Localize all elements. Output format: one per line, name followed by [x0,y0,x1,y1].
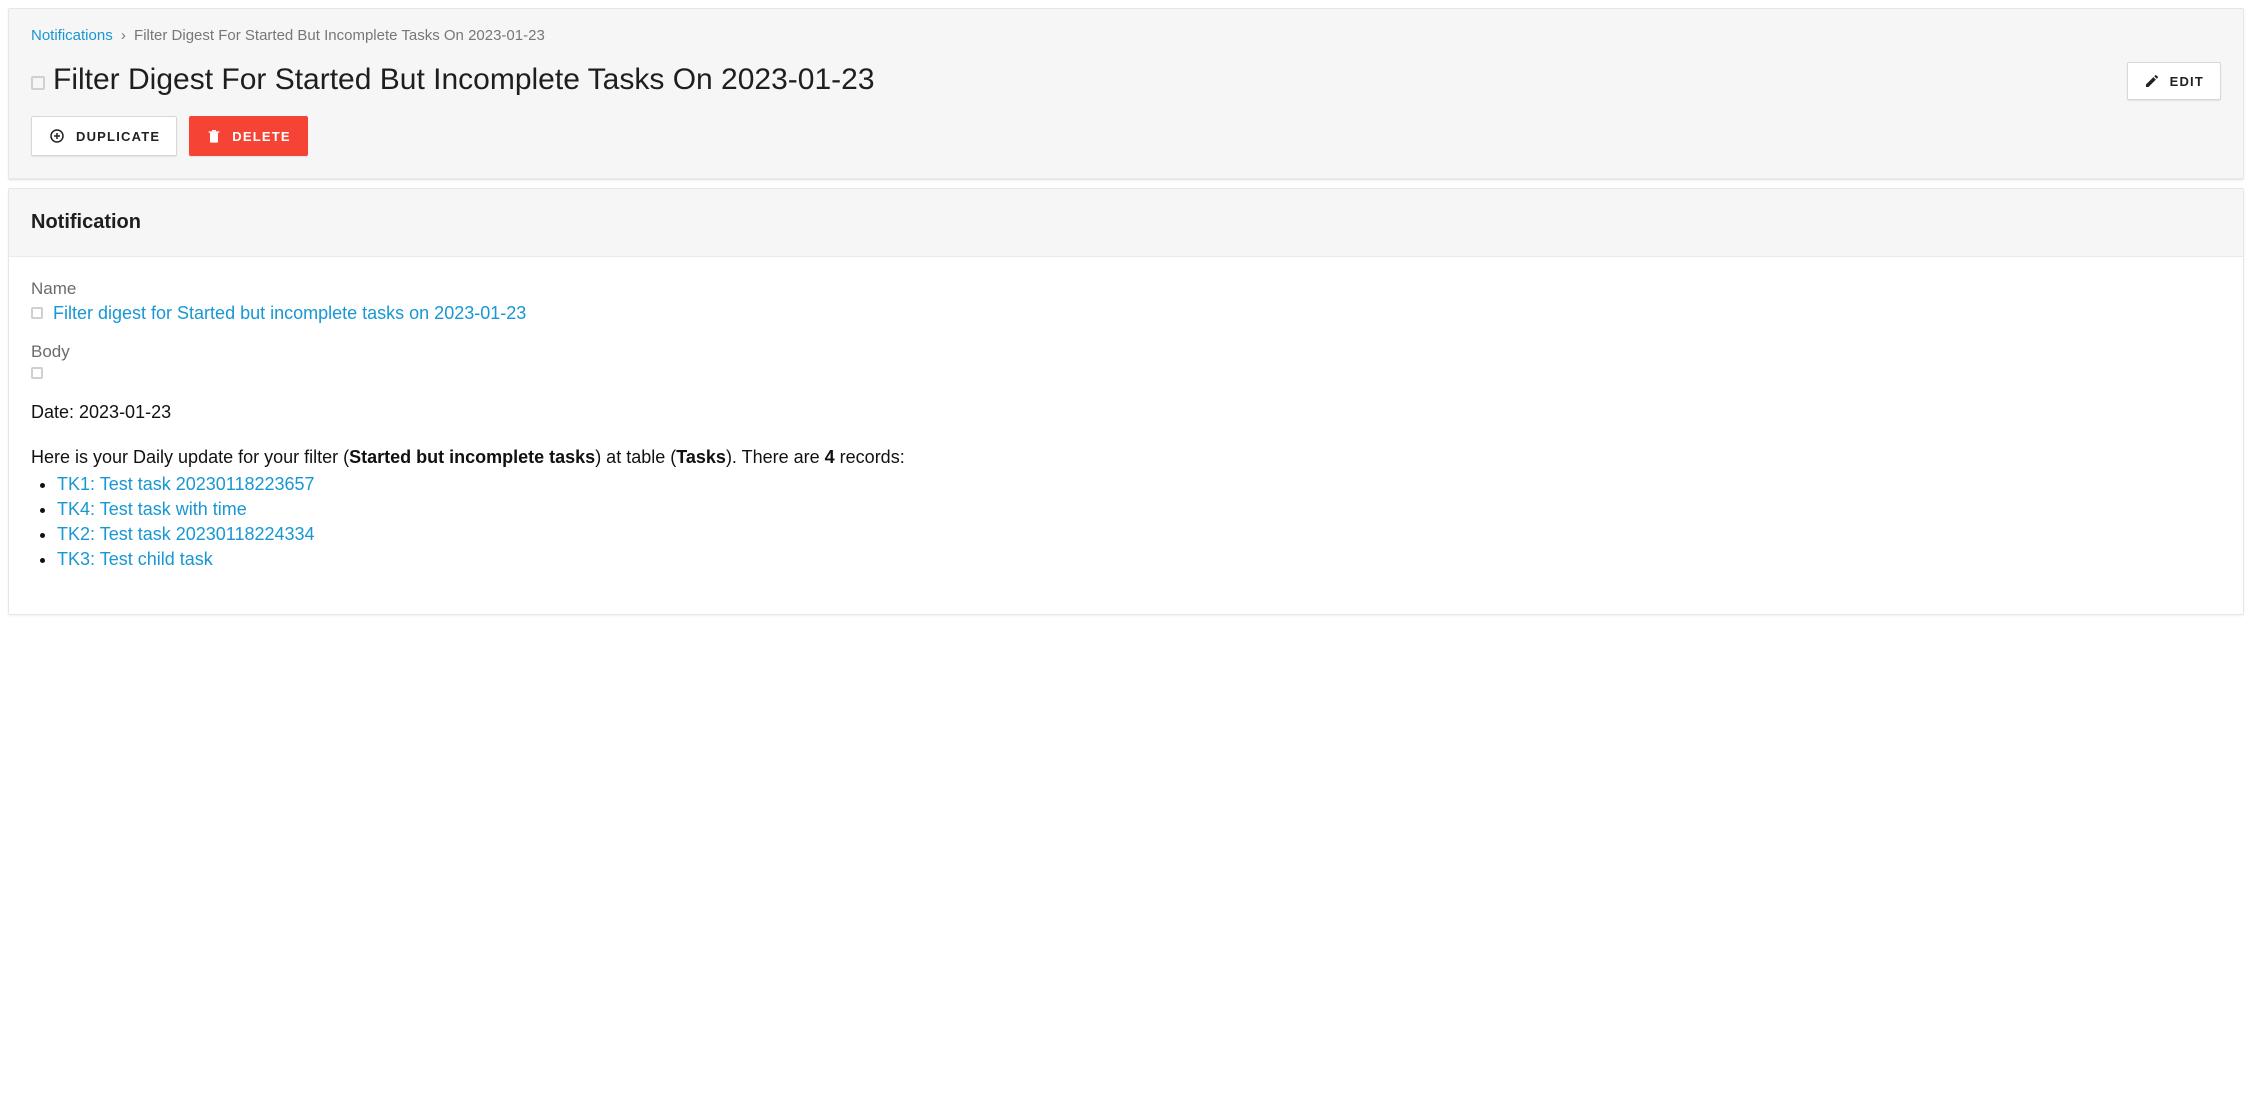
name-field-label: Name [31,279,2221,299]
body-table-name: Tasks [676,447,726,467]
name-value-link[interactable]: Filter digest for Started but incomplete… [53,303,526,323]
breadcrumb: Notifications › Filter Digest For Starte… [31,27,2221,44]
delete-button[interactable]: DELETE [189,116,307,156]
list-item: TK4: Test task with time [57,499,2221,520]
body-intro-suffix: records: [835,447,905,467]
body-record-list: TK1: Test task 20230118223657 TK4: Test … [31,474,2221,570]
body-field-label: Body [31,342,2221,362]
page-title: Filter Digest For Started But Incomplete… [53,62,875,98]
record-link[interactable]: TK3: Test child task [57,549,213,569]
body-filter-name: Started but incomplete tasks [349,447,595,467]
header-panel-body: Notifications › Filter Digest For Starte… [9,9,2243,179]
delete-button-label: DELETE [232,129,290,144]
body-record-count: 4 [825,447,835,467]
list-item: TK1: Test task 20230118223657 [57,474,2221,495]
header-panel: Notifications › Filter Digest For Starte… [8,8,2244,180]
name-placeholder-icon [31,307,43,319]
record-link[interactable]: TK4: Test task with time [57,499,247,519]
notification-panel: Notification Name Filter digest for Star… [8,188,2244,615]
duplicate-icon [48,127,66,145]
list-item: TK2: Test task 20230118224334 [57,524,2221,545]
notification-section-heading: Notification [9,189,2243,257]
body-intro-after-table: ). There are [726,447,825,467]
list-item: TK3: Test child task [57,549,2221,570]
record-link[interactable]: TK1: Test task 20230118223657 [57,474,315,494]
body-date-line: Date: 2023-01-23 [31,401,2221,424]
pencil-icon [2144,73,2160,89]
body-intro-prefix: Here is your Daily update for your filte… [31,447,349,467]
duplicate-button[interactable]: DUPLICATE [31,116,177,156]
title-placeholder-icon [31,76,45,90]
edit-button-label: EDIT [2170,74,2204,89]
breadcrumb-separator: › [117,27,130,44]
trash-icon [206,128,222,144]
edit-button[interactable]: EDIT [2127,62,2221,100]
breadcrumb-root-link[interactable]: Notifications [31,27,113,44]
body-placeholder-icon [31,367,43,379]
notification-body: Date: 2023-01-23 Here is your Daily upda… [31,401,2221,570]
body-intro-mid: ) at table ( [595,447,676,467]
breadcrumb-current: Filter Digest For Started But Incomplete… [134,27,545,44]
body-intro-line: Here is your Daily update for your filte… [31,446,2221,469]
record-link[interactable]: TK2: Test task 20230118224334 [57,524,315,544]
duplicate-button-label: DUPLICATE [76,129,160,144]
